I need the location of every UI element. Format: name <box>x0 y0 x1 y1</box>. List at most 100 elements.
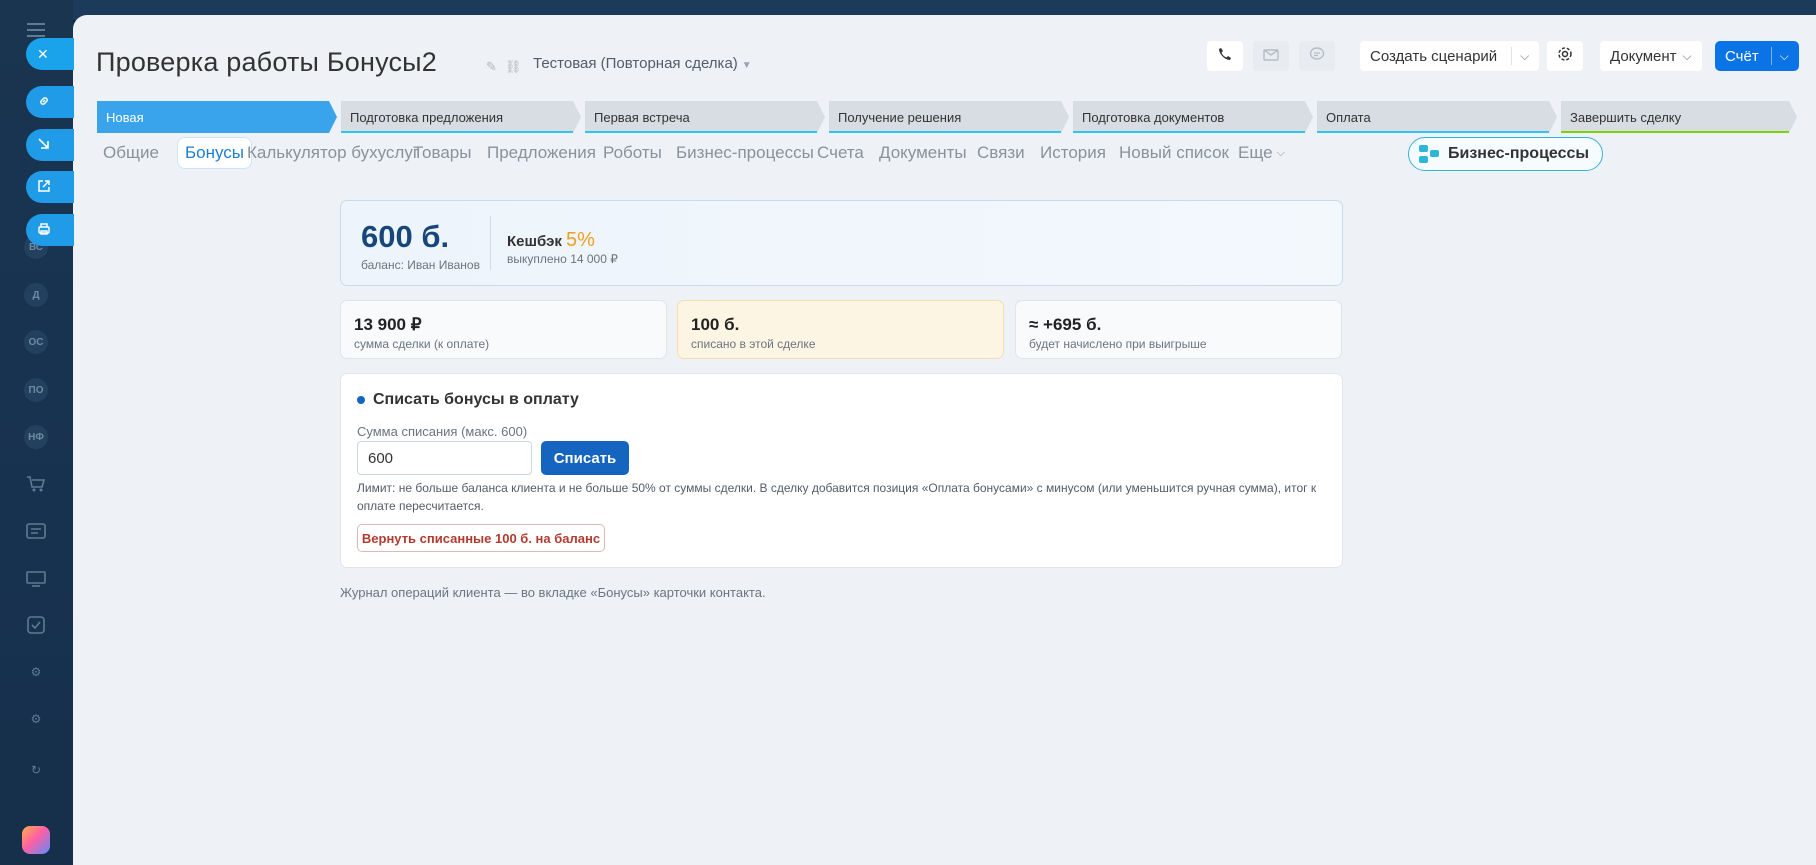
cashback-label: Кешбэк <box>507 233 562 250</box>
tab-label: Связи <box>977 143 1025 162</box>
stage-new[interactable]: Новая <box>97 101 337 133</box>
gear-icon[interactable]: ⚙ <box>22 705 50 733</box>
stage-color-line <box>585 131 817 133</box>
chevron-down-icon[interactable]: ⌵ <box>1520 49 1529 64</box>
call-button[interactable] <box>1207 41 1243 71</box>
sidebar-item-d[interactable]: Д <box>24 283 48 307</box>
stage-label: Новая <box>106 109 144 125</box>
tab-documents[interactable]: Документы <box>872 137 974 169</box>
settings-gear-icon[interactable]: ⚙ <box>22 658 50 686</box>
business-process-icon <box>1419 145 1439 163</box>
stat-label: будет начислено при выигрыше <box>1029 337 1207 351</box>
stage-documents[interactable]: Подготовка документов <box>1073 101 1313 133</box>
cashback-info: Кешбэк 5% <box>507 229 595 252</box>
contacts-icon[interactable] <box>22 517 50 545</box>
stage-decision[interactable]: Получение решения <box>829 101 1069 133</box>
invoice-button[interactable]: Счёт ⌵ <box>1715 41 1799 71</box>
tab-general[interactable]: Общие <box>96 137 166 169</box>
tab-proposals[interactable]: Предложения <box>480 137 603 169</box>
business-processes-button[interactable]: Бизнес-процессы <box>1408 137 1603 171</box>
stage-color-line <box>1561 131 1789 133</box>
tab-label: Предложения <box>487 143 596 162</box>
tab-links[interactable]: Связи <box>970 137 1032 169</box>
tab-robots[interactable]: Роботы <box>596 137 669 169</box>
email-button[interactable] <box>1253 41 1289 71</box>
divider <box>490 216 491 270</box>
settings-button[interactable] <box>1547 41 1583 71</box>
close-button[interactable]: ✕ <box>26 38 74 70</box>
tab-business-processes[interactable]: Бизнес-процессы <box>669 137 821 169</box>
sync-icon[interactable]: ↻ <box>22 756 50 784</box>
tab-history[interactable]: История <box>1033 137 1113 169</box>
tab-accounting-calculator[interactable]: Калькулятор бухуслуг <box>240 137 426 169</box>
stage-proposal-prep[interactable]: Подготовка предложения <box>341 101 581 133</box>
copilot-icon[interactable] <box>22 826 50 854</box>
stage-payment[interactable]: Оплата <box>1317 101 1557 133</box>
link-icon[interactable]: ⛓ <box>505 59 522 74</box>
tab-label: Бонусы <box>185 143 245 162</box>
stat-label: списано в этой сделке <box>691 337 816 351</box>
chevron-down-icon: ⌵ <box>1682 48 1692 63</box>
stage-progress-bar: Новая Подготовка предложения Первая встр… <box>97 101 1797 133</box>
stat-label: сумма сделки (к оплате) <box>354 337 490 351</box>
envelope-icon <box>1263 48 1279 65</box>
open-new-window-button[interactable] <box>26 171 74 203</box>
amount-input[interactable] <box>357 441 532 475</box>
gear-icon <box>1557 46 1573 66</box>
message-button[interactable] <box>1299 41 1335 71</box>
print-button[interactable] <box>26 214 74 246</box>
stage-first-meeting[interactable]: Первая встреча <box>585 101 825 133</box>
deal-category-select[interactable]: Тестовая (Повторная сделка) ▼ <box>533 55 752 72</box>
copy-link-button[interactable] <box>26 86 74 118</box>
title-row: Проверка работы Бонусы2 ✎ ⛓ Тестовая (Пов… <box>96 41 1796 81</box>
tab-label: Новый список <box>1119 143 1229 162</box>
amount-field-label: Сумма списания (макс. 600) <box>357 424 528 439</box>
analytics-icon[interactable] <box>22 565 50 593</box>
balance-owner: баланс: Иван Иванов <box>361 258 480 272</box>
tab-label: Документы <box>879 143 967 162</box>
deal-card-panel: Проверка работы Бонусы2 ✎ ⛓ Тестовая (Пов… <box>73 15 1816 865</box>
chevron-down-icon[interactable]: ⌵ <box>1780 49 1789 64</box>
deal-category-label: Тестовая (Повторная сделка) <box>533 55 738 72</box>
stage-color-line <box>341 131 573 133</box>
form-title-text: Списать бонусы в оплату <box>373 391 579 408</box>
tab-label: Общие <box>103 143 159 162</box>
tab-label: Калькулятор бухуслуг <box>247 143 420 162</box>
stage-color-line <box>829 131 1061 133</box>
arrow-down-right-icon <box>37 137 51 154</box>
checklist-icon[interactable] <box>22 611 50 639</box>
charge-button[interactable]: Списать <box>541 441 629 475</box>
tab-new-list[interactable]: Новый список <box>1112 137 1236 169</box>
tab-invoices[interactable]: Счета <box>810 137 871 169</box>
stage-label: Подготовка документов <box>1082 109 1225 125</box>
external-link-icon <box>37 179 51 196</box>
pencil-icon[interactable]: ✎ <box>486 59 497 74</box>
stage-label: Подготовка предложения <box>350 109 504 125</box>
create-scenario-button[interactable]: Создать сценарий ⌵ <box>1360 41 1540 71</box>
cart-icon[interactable] <box>22 470 50 498</box>
chat-bubble-icon <box>1309 47 1325 65</box>
tab-more[interactable]: Еще ⌵ <box>1231 137 1292 169</box>
sidebar-item-os[interactable]: ОС <box>24 330 48 354</box>
stage-label: Оплата <box>1326 109 1371 125</box>
caret-down-icon: ▼ <box>741 60 752 71</box>
divider <box>1770 47 1772 65</box>
page-title: Проверка работы Бонусы2 <box>96 47 437 77</box>
stat-value: ≈ +695 б. <box>1029 315 1102 334</box>
stat-value: 100 б. <box>691 315 740 334</box>
charged-off-stat: 100 б. списано в этой сделке <box>677 300 1004 359</box>
stage-finish-deal[interactable]: Завершить сделку <box>1561 101 1797 133</box>
return-bonuses-button[interactable]: Вернуть списанные 100 б. на баланс <box>357 524 605 552</box>
title-actions: ✎ ⛓ <box>486 59 529 75</box>
sidebar-item-po[interactable]: ПО <box>24 378 48 402</box>
document-label: Документ <box>1610 47 1677 65</box>
invoice-label: Счёт <box>1725 47 1759 65</box>
business-processes-label: Бизнес-процессы <box>1448 145 1590 162</box>
limit-note: Лимит: не больше баланса клиента и не бо… <box>357 481 1317 513</box>
tab-label: Товары <box>413 143 472 162</box>
balance-card: 600 б. баланс: Иван Иванов Кешбэк 5% вык… <box>340 200 1343 286</box>
sidebar-item-nf[interactable]: НФ <box>24 425 48 449</box>
tab-products[interactable]: Товары <box>406 137 478 169</box>
minimize-button[interactable] <box>26 129 74 161</box>
document-button[interactable]: Документ ⌵ <box>1600 41 1702 71</box>
